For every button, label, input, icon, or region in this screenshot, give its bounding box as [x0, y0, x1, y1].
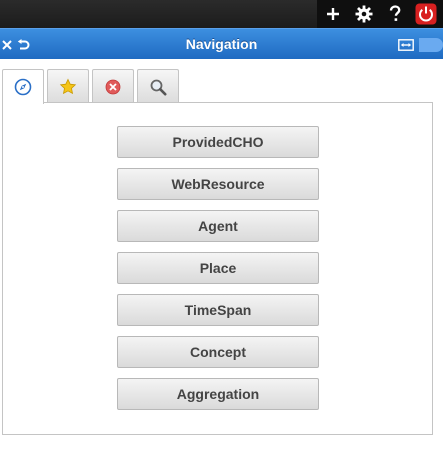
navigation-panel: ProvidedCHO WebResource Agent Place Time… — [2, 102, 433, 435]
tab-navigate[interactable] — [2, 69, 44, 104]
concept-button[interactable]: Concept — [117, 336, 319, 368]
tab-remove[interactable] — [92, 69, 134, 103]
class-button-list: ProvidedCHO WebResource Agent Place Time… — [117, 126, 319, 420]
place-button[interactable]: Place — [117, 252, 319, 284]
plus-icon[interactable] — [317, 0, 348, 28]
agent-button[interactable]: Agent — [117, 210, 319, 242]
power-icon[interactable] — [410, 0, 441, 28]
expand-icon[interactable] — [396, 29, 416, 60]
compass-icon — [14, 78, 32, 96]
search-icon — [150, 79, 167, 95]
webresource-button[interactable]: WebResource — [117, 168, 319, 200]
gear-icon[interactable] — [348, 0, 379, 28]
tab-bar — [2, 69, 182, 104]
tool-group — [317, 0, 443, 28]
tab-search[interactable] — [137, 69, 179, 103]
providedcho-button[interactable]: ProvidedCHO — [117, 126, 319, 158]
tab-favorites[interactable] — [47, 69, 89, 103]
header-right-controls — [396, 29, 443, 60]
top-toolbar — [0, 0, 443, 28]
star-icon — [59, 78, 77, 94]
panel-handle[interactable] — [419, 37, 443, 52]
timespan-button[interactable]: TimeSpan — [117, 294, 319, 326]
navigation-header: Navigation — [0, 28, 443, 59]
help-icon[interactable] — [379, 0, 410, 28]
aggregation-button[interactable]: Aggregation — [117, 378, 319, 410]
page-title: Navigation — [185, 36, 258, 52]
cancel-icon — [105, 79, 121, 94]
